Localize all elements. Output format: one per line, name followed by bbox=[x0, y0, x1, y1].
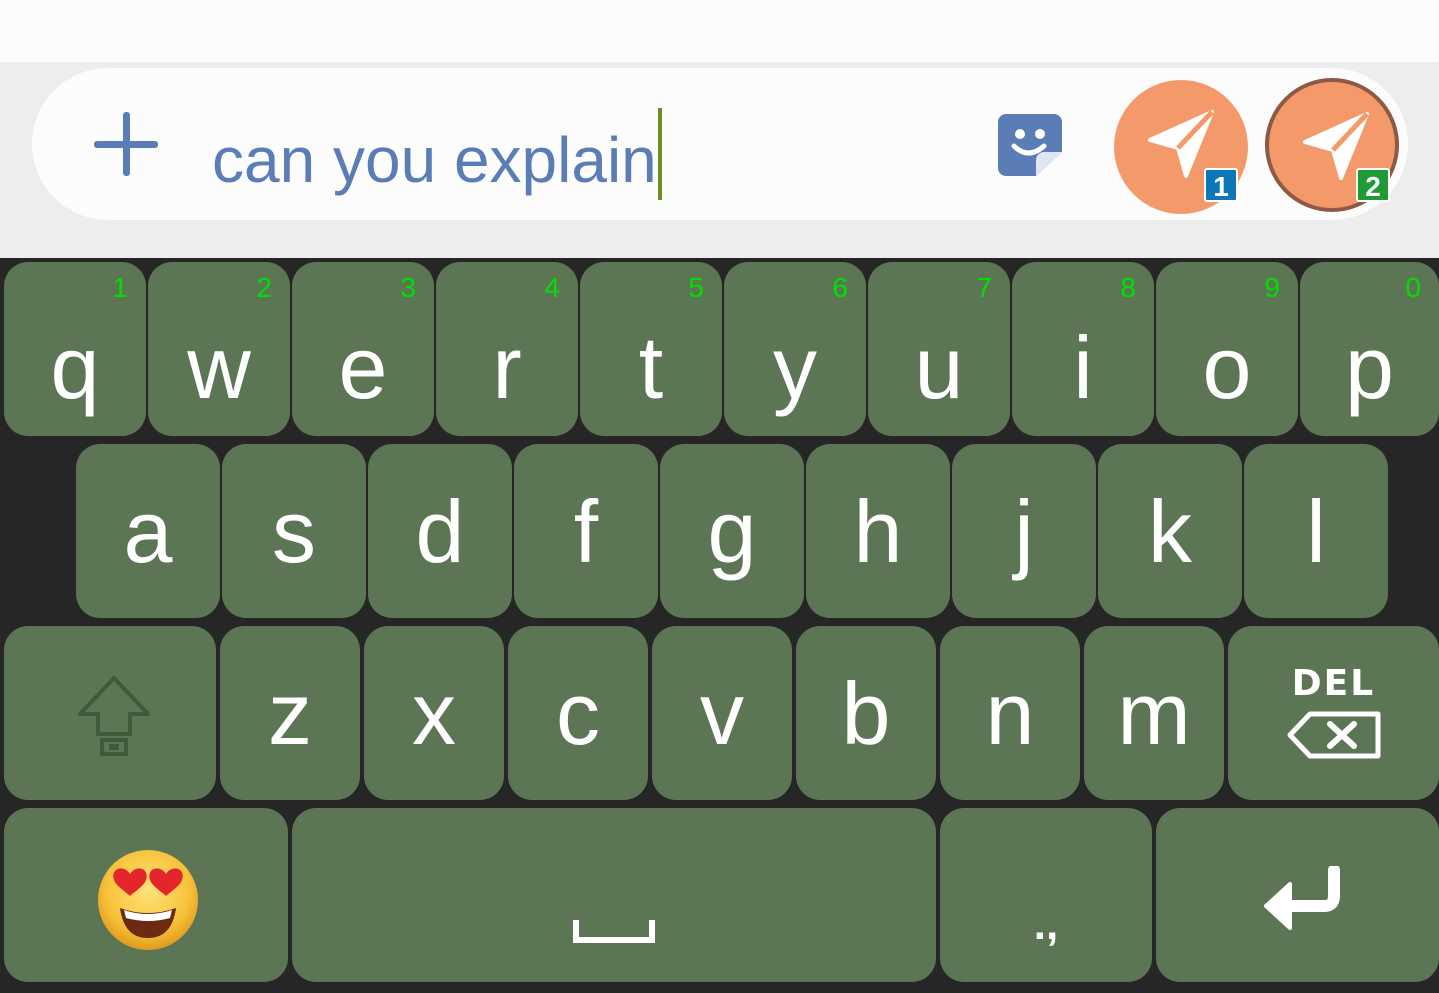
key-o[interactable]: 9o bbox=[1156, 262, 1298, 436]
key-label: k bbox=[1148, 482, 1192, 581]
key-hint: 0 bbox=[1405, 272, 1421, 303]
key-label: x bbox=[412, 664, 456, 763]
key-label: w bbox=[187, 318, 251, 417]
key-w[interactable]: 2w bbox=[148, 262, 290, 436]
app-top-area bbox=[0, 0, 1439, 62]
key-label: v bbox=[700, 664, 744, 763]
key-label: g bbox=[707, 482, 757, 581]
key-v[interactable]: v bbox=[652, 626, 792, 800]
send-button-2[interactable]: 2 bbox=[1265, 78, 1399, 212]
key-hint: 4 bbox=[544, 272, 560, 303]
key-g[interactable]: g bbox=[660, 444, 804, 618]
key-label: i bbox=[1073, 318, 1093, 417]
heart-eyes-emoji-icon bbox=[98, 850, 198, 950]
key-e[interactable]: 3e bbox=[292, 262, 434, 436]
key-n[interactable]: n bbox=[940, 626, 1080, 800]
shift-key[interactable] bbox=[4, 626, 216, 800]
key-hint: 6 bbox=[832, 272, 848, 303]
key-x[interactable]: x bbox=[364, 626, 504, 800]
key-label: m bbox=[1117, 664, 1191, 763]
key-label: z bbox=[268, 664, 312, 763]
key-j[interactable]: j bbox=[952, 444, 1096, 618]
key-p[interactable]: 0p bbox=[1300, 262, 1439, 436]
key-label: q bbox=[50, 318, 100, 417]
key-r[interactable]: 4r bbox=[436, 262, 578, 436]
key-label: o bbox=[1202, 318, 1252, 417]
keyboard: 1q 2w 3e 4r 5t 6y 7u 8i 9o 0p a s d f g … bbox=[0, 258, 1439, 993]
key-label: h bbox=[853, 482, 903, 581]
key-z[interactable]: z bbox=[220, 626, 360, 800]
key-hint: 7 bbox=[976, 272, 992, 303]
send-badge-2: 2 bbox=[1356, 168, 1390, 202]
send-badge-1: 1 bbox=[1204, 168, 1238, 202]
key-label: t bbox=[638, 318, 664, 417]
punctuation-key[interactable]: ., bbox=[940, 808, 1152, 982]
key-hint: 3 bbox=[400, 272, 416, 303]
key-label: a bbox=[123, 482, 173, 581]
message-text: can you explain bbox=[212, 124, 657, 196]
key-label: c bbox=[556, 664, 600, 763]
enter-key[interactable] bbox=[1156, 808, 1439, 982]
key-hint: 8 bbox=[1120, 272, 1136, 303]
key-q[interactable]: 1q bbox=[4, 262, 146, 436]
key-f[interactable]: f bbox=[514, 444, 658, 618]
punctuation-label: ., bbox=[1033, 900, 1059, 949]
key-label: f bbox=[573, 482, 599, 581]
space-key[interactable] bbox=[292, 808, 936, 982]
delete-key[interactable]: DEL bbox=[1228, 626, 1439, 800]
send-button-1[interactable]: 1 bbox=[1114, 80, 1248, 214]
key-hint: 5 bbox=[688, 272, 704, 303]
key-d[interactable]: d bbox=[368, 444, 512, 618]
text-caret bbox=[657, 108, 662, 200]
key-s[interactable]: s bbox=[222, 444, 366, 618]
emoji-key[interactable] bbox=[4, 808, 288, 982]
key-label: r bbox=[492, 318, 522, 417]
sticker-icon[interactable] bbox=[996, 112, 1064, 178]
key-u[interactable]: 7u bbox=[868, 262, 1010, 436]
key-label: b bbox=[841, 664, 891, 763]
key-i[interactable]: 8i bbox=[1012, 262, 1154, 436]
key-label: s bbox=[272, 482, 316, 581]
key-label: y bbox=[773, 318, 817, 417]
backspace-icon bbox=[1287, 711, 1381, 759]
enter-arrow-icon bbox=[1264, 866, 1340, 930]
key-c[interactable]: c bbox=[508, 626, 648, 800]
delete-label: DEL bbox=[1291, 663, 1376, 704]
key-label: d bbox=[415, 482, 465, 581]
key-y[interactable]: 6y bbox=[724, 262, 866, 436]
key-l[interactable]: l bbox=[1244, 444, 1388, 618]
key-hint: 2 bbox=[256, 272, 272, 303]
key-b[interactable]: b bbox=[796, 626, 936, 800]
key-t[interactable]: 5t bbox=[580, 262, 722, 436]
plus-icon[interactable] bbox=[92, 110, 162, 180]
key-k[interactable]: k bbox=[1098, 444, 1242, 618]
key-label: l bbox=[1306, 482, 1326, 581]
message-input[interactable]: can you explain bbox=[212, 108, 662, 200]
key-label: e bbox=[338, 318, 388, 417]
key-label: p bbox=[1345, 318, 1394, 417]
key-hint: 9 bbox=[1264, 272, 1280, 303]
key-label: u bbox=[914, 318, 964, 417]
key-label: n bbox=[985, 664, 1035, 763]
spacebar-icon bbox=[573, 920, 655, 943]
key-label: j bbox=[1014, 482, 1034, 581]
key-hint: 1 bbox=[112, 272, 128, 303]
key-a[interactable]: a bbox=[76, 444, 220, 618]
shift-arrow-icon bbox=[78, 676, 150, 756]
key-m[interactable]: m bbox=[1084, 626, 1224, 800]
key-h[interactable]: h bbox=[806, 444, 950, 618]
